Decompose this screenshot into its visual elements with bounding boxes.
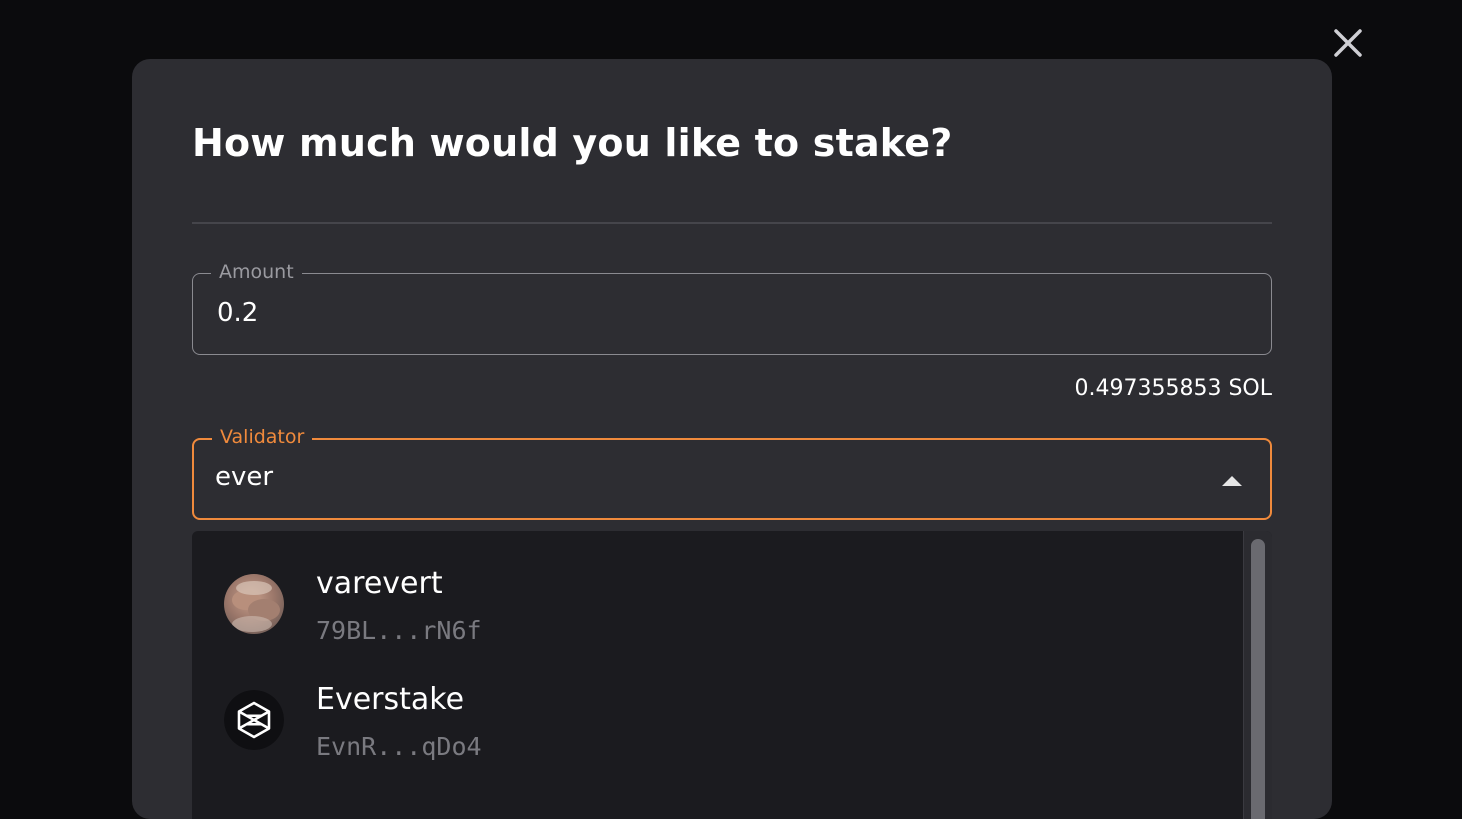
validator-avatar-photo	[224, 574, 284, 634]
validator-address: 79BL...rN6f	[316, 616, 482, 645]
validator-dropdown-list: varevert 79BL...rN6f Everstake EvnR...qD…	[192, 531, 1272, 819]
amount-input[interactable]: 0.2	[217, 296, 258, 330]
balance-text: 0.497355853 SOL	[1074, 376, 1273, 401]
title-divider	[192, 222, 1272, 224]
everstake-logo-icon	[224, 690, 284, 750]
amount-field[interactable]: Amount 0.2	[192, 259, 1272, 355]
modal-title: How much would you like to stake?	[192, 121, 953, 165]
validator-option-everstake[interactable]: Everstake EvnR...qDo4	[192, 673, 1242, 789]
close-button[interactable]	[1330, 25, 1366, 61]
validator-input[interactable]: ever	[215, 460, 273, 494]
validator-name: varevert	[316, 566, 443, 601]
scrollbar-thumb[interactable]	[1251, 539, 1265, 819]
amount-label: Amount	[211, 259, 302, 285]
stake-modal: How much would you like to stake? Amount…	[132, 59, 1332, 819]
validator-label: Validator	[212, 424, 313, 450]
dropdown-scrollbar[interactable]	[1243, 531, 1272, 819]
validator-field[interactable]: Validator ever	[192, 424, 1272, 520]
close-icon	[1334, 29, 1362, 57]
validator-option-varevert[interactable]: varevert 79BL...rN6f	[192, 557, 1242, 673]
caret-up-icon[interactable]	[1222, 476, 1242, 486]
validator-name: Everstake	[316, 682, 465, 717]
validator-address: EvnR...qDo4	[316, 732, 482, 761]
